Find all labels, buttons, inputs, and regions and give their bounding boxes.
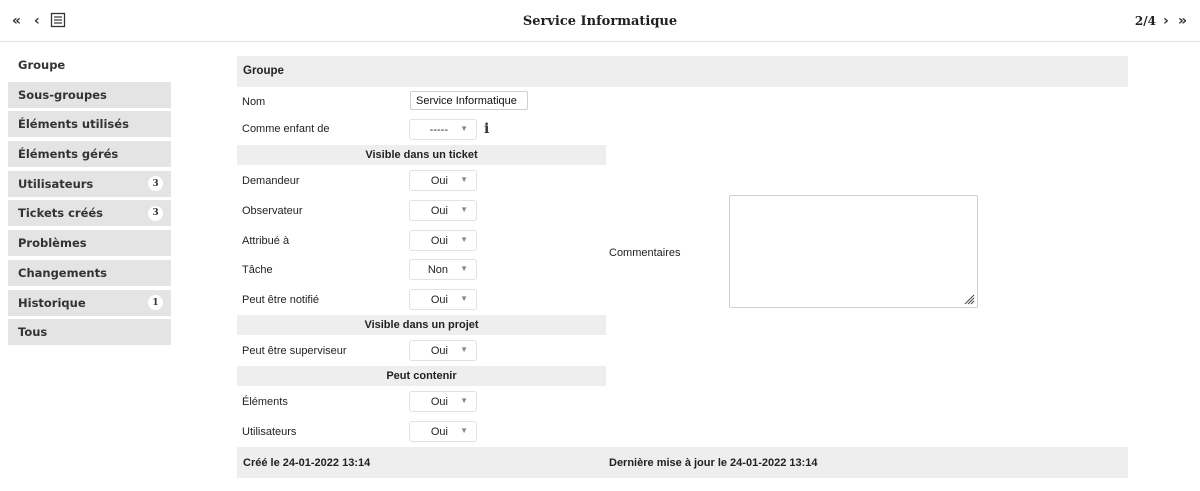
name-label: Nom [242, 96, 266, 108]
name-input[interactable]: Service Informatique [410, 91, 528, 110]
chevron-right-icon[interactable]: › [1163, 13, 1169, 29]
sidebar-item-historique[interactable]: Historique 1 [8, 289, 171, 316]
dropdown-arrow-icon: ▼ [460, 205, 468, 214]
assigned-select-value: Oui [430, 235, 448, 247]
section-visible-project: Visible dans un projet [237, 315, 606, 335]
assigned-label: Attribué à [242, 235, 290, 247]
users-select-value: Oui [430, 426, 448, 438]
comments-textarea[interactable] [729, 195, 978, 308]
dropdown-arrow-icon: ▼ [460, 345, 468, 354]
pager-count: 2/4 [1134, 14, 1156, 28]
sidebar-item-label: Éléments utilisés [18, 117, 129, 132]
observer-label: Observateur [242, 205, 303, 217]
items-select[interactable]: Oui ▼ [409, 391, 477, 412]
sidebar-item-problemes[interactable]: Problèmes [8, 230, 171, 257]
created-date: Créé le 24-01-2022 13:14 [243, 457, 371, 469]
sidebar-item-elements-geres[interactable]: Éléments gérés [8, 141, 171, 168]
sidebar-item-label: Utilisateurs [18, 176, 94, 191]
page-title: Service Informatique [522, 14, 678, 29]
items-label: Éléments [242, 396, 288, 408]
dropdown-arrow-icon: ▼ [460, 235, 468, 244]
users-select[interactable]: Oui ▼ [409, 421, 477, 442]
parent-select-value: ----- [429, 124, 448, 136]
requester-select-value: Oui [430, 175, 448, 187]
sidebar-item-label: Sous-groupes [18, 87, 107, 102]
notify-label: Peut être notifié [242, 294, 320, 306]
items-select-value: Oui [430, 396, 448, 408]
parent-label: Comme enfant de [242, 123, 330, 135]
double-chevron-right-icon[interactable]: » [1178, 13, 1187, 29]
notify-select[interactable]: Oui ▼ [409, 289, 477, 310]
count-badge: 3 [148, 205, 163, 221]
dropdown-arrow-icon: ▼ [460, 396, 468, 405]
sidebar-item-tous[interactable]: Tous [8, 319, 171, 346]
info-icon[interactable]: i [484, 121, 489, 137]
sidebar-item-label: Changements [18, 265, 107, 280]
task-select-value: Non [427, 264, 448, 276]
sidebar-item-changements[interactable]: Changements [8, 259, 171, 286]
sidebar-item-label: Tickets créés [18, 206, 104, 221]
sidebar: Groupe Sous-groupes Éléments utilisés Él… [8, 52, 171, 349]
sidebar-item-elements-utilises[interactable]: Éléments utilisés [8, 111, 171, 138]
sidebar-item-label: Groupe [18, 58, 66, 72]
requester-select[interactable]: Oui ▼ [409, 170, 477, 191]
sidebar-item-label: Tous [18, 325, 48, 340]
supervisor-select-value: Oui [430, 345, 448, 357]
observer-select[interactable]: Oui ▼ [409, 200, 477, 221]
dropdown-arrow-icon: ▼ [460, 175, 468, 184]
dropdown-arrow-icon: ▼ [460, 124, 468, 133]
updated-date: Dernière mise à jour le 24-01-2022 13:14 [609, 457, 818, 469]
sidebar-item-label: Problèmes [18, 236, 87, 251]
parent-select[interactable]: ----- ▼ [409, 119, 477, 140]
dropdown-arrow-icon: ▼ [460, 426, 468, 435]
sidebar-item-label: Éléments gérés [18, 147, 119, 162]
observer-select-value: Oui [430, 205, 448, 217]
sidebar-item-groupe[interactable]: Groupe [8, 52, 171, 78]
sidebar-item-label: Historique [18, 295, 86, 310]
resize-grip-icon[interactable] [963, 293, 975, 305]
assigned-select[interactable]: Oui ▼ [409, 230, 477, 251]
task-label: Tâche [242, 264, 273, 276]
top-bar: « ‹ Service Informatique 2/4 › » [0, 0, 1200, 42]
supervisor-select[interactable]: Oui ▼ [409, 340, 477, 361]
comments-label: Commentaires [609, 247, 681, 259]
section-visible-ticket: Visible dans un ticket [237, 145, 606, 165]
requester-label: Demandeur [242, 175, 300, 187]
supervisor-label: Peut être superviseur [242, 345, 347, 357]
form-header: Groupe [237, 56, 1128, 87]
users-label: Utilisateurs [242, 426, 297, 438]
form-header-title: Groupe [243, 65, 284, 77]
sidebar-item-tickets-crees[interactable]: Tickets créés 3 [8, 200, 171, 227]
section-can-contain: Peut contenir [237, 366, 606, 386]
form-footer: Créé le 24-01-2022 13:14 Dernière mise à… [237, 447, 1128, 478]
dropdown-arrow-icon: ▼ [460, 294, 468, 303]
count-badge: 1 [148, 295, 163, 310]
dropdown-arrow-icon: ▼ [460, 264, 468, 273]
task-select[interactable]: Non ▼ [409, 259, 477, 280]
notify-select-value: Oui [430, 294, 448, 306]
count-badge: 3 [148, 176, 163, 192]
sidebar-item-sous-groupes[interactable]: Sous-groupes [8, 81, 171, 108]
sidebar-item-utilisateurs[interactable]: Utilisateurs 3 [8, 170, 171, 197]
